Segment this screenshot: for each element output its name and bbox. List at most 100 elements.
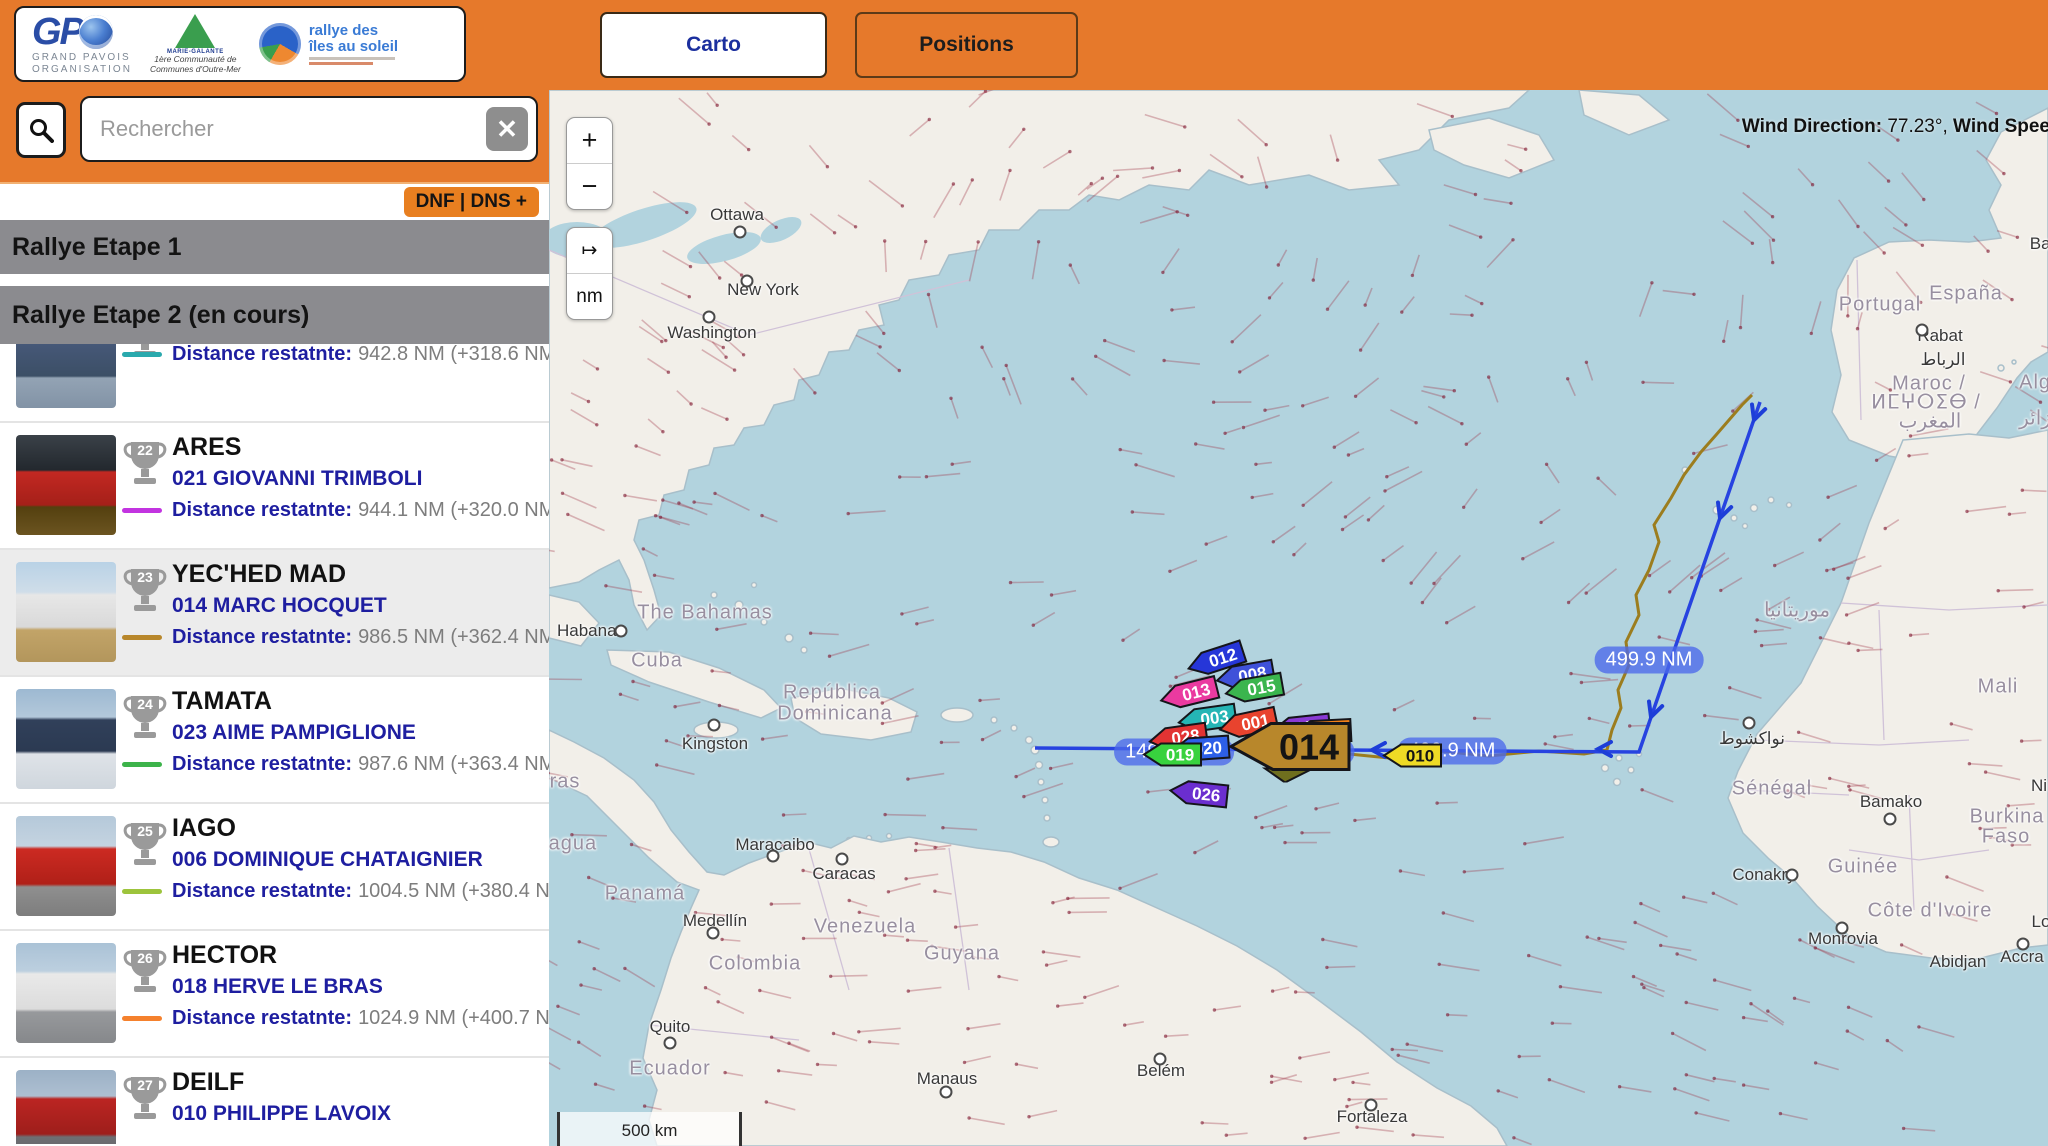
- participant-row[interactable]: 23 YEC'HED MAD 014 MARC HOCQUET Distance…: [0, 550, 549, 677]
- distance-label: Distance restatnte:: [172, 626, 352, 649]
- map-canvas[interactable]: OttawaNew YorkWashingtonHabanaKingstonMa…: [549, 90, 2048, 1146]
- svg-text:014: 014: [1279, 727, 1339, 768]
- tab-carto[interactable]: Carto: [600, 12, 827, 78]
- distance-label: Distance restatnte:: [172, 344, 352, 366]
- distance-row: Distance restatnte: 944.1 NM (+320.0 NM): [172, 499, 543, 522]
- crew-photo: [16, 943, 116, 1043]
- participant-row[interactable]: 24 TAMATA 023 AIME PAMPIGLIONE Distance …: [0, 677, 549, 804]
- crew-photo: [16, 689, 116, 789]
- city-label: Habana: [557, 621, 617, 641]
- zoom-control: + −: [566, 117, 613, 210]
- participant-row[interactable]: 22 ARES 021 GIOVANNI TRIMBOLI Distance r…: [0, 423, 549, 550]
- crew-photo: [16, 1070, 116, 1144]
- track-color-swatch: [122, 352, 162, 357]
- svg-text:25: 25: [137, 823, 153, 839]
- trophy-rank-icon: 24: [122, 693, 168, 745]
- gpo-logo: GP GRAND PAVOIS ORGANISATION: [32, 13, 132, 75]
- marie-galante-script2: Communes d'Outre-Mer: [150, 65, 241, 75]
- gpo-globe-icon: [79, 15, 113, 49]
- participant-row[interactable]: 26 HECTOR 018 HERVE LE BRAS Distance res…: [0, 931, 549, 1058]
- clear-search-button[interactable]: ✕: [486, 107, 528, 151]
- boat-marker-019[interactable]: 019: [1142, 740, 1204, 775]
- track-color-swatch: [122, 635, 162, 640]
- svg-text:23: 23: [137, 569, 153, 585]
- wind-speed-label: Wind Spee: [1953, 116, 2048, 137]
- distance-row: Distance restatnte: 1004.5 NM (+380.4 NM…: [172, 880, 543, 903]
- zoom-in-button[interactable]: +: [567, 118, 612, 164]
- rallye-line2: îles au soleil: [309, 39, 398, 55]
- svg-text:026: 026: [1191, 784, 1221, 806]
- participant-row[interactable]: 25 IAGO 006 DOMINIQUE CHATAIGNIER Distan…: [0, 804, 549, 931]
- measure-button[interactable]: ↦: [567, 228, 612, 274]
- distance-pill: 499.9 NM: [1595, 647, 1704, 674]
- gpo-mark: GP: [32, 13, 83, 51]
- city-dot: [1743, 717, 1756, 730]
- distance-row: Distance restatnte: 987.6 NM (+363.4 NM): [172, 753, 543, 776]
- distance-value: 986.5 NM (+362.4 NM): [358, 626, 549, 649]
- section-etape1[interactable]: Rallye Etape 1: [0, 220, 549, 274]
- wind-direction-label: Wind Direction:: [1742, 116, 1882, 137]
- city-dot: [741, 275, 754, 288]
- svg-text:24: 24: [137, 696, 153, 712]
- distance-value: 1004.5 NM (+380.4 NM): [358, 880, 549, 903]
- country-label: الجزائر: [2019, 406, 2048, 431]
- trophy-rank-icon: 23: [122, 566, 168, 618]
- logo-box: GP GRAND PAVOIS ORGANISATION MARIE-GALAN…: [14, 6, 466, 82]
- city-dot: [2017, 938, 2030, 951]
- city-dot: [1916, 324, 1929, 337]
- city-dot: [940, 1086, 953, 1099]
- scale-bar: 500 km: [557, 1112, 742, 1146]
- marie-galante-logo: MARIE-GALANTE 1ère Communauté de Commune…: [150, 14, 241, 75]
- boat-marker-026[interactable]: 026: [1166, 775, 1231, 816]
- city-label: Caracas: [812, 864, 875, 884]
- country-label: Ecuador: [629, 1058, 711, 1081]
- search-area: ✕: [0, 90, 549, 184]
- city-label: Abidjan: [1930, 952, 1987, 972]
- svg-text:019: 019: [1166, 746, 1194, 765]
- city-label: Ni: [2031, 776, 2047, 796]
- city-dot: [1154, 1053, 1167, 1066]
- participant-row[interactable]: 21 025 ERIC SAVARY Distance restatnte: 9…: [0, 344, 549, 423]
- svg-text:010: 010: [1406, 747, 1434, 766]
- city-dot: [615, 625, 628, 638]
- city-label: Bar: [2030, 234, 2048, 254]
- city-dot: [767, 850, 780, 863]
- distance-value: 944.1 NM (+320.0 NM): [358, 499, 549, 522]
- country-label: Honduras: [549, 771, 580, 794]
- city-dot: [664, 1037, 677, 1050]
- country-label: موريتانيا: [1764, 598, 1830, 623]
- country-label: Mali: [1978, 676, 2019, 699]
- city-label: Bamako: [1860, 792, 1922, 812]
- city-dot: [1836, 922, 1849, 935]
- track-color-swatch: [122, 508, 162, 513]
- unit-button[interactable]: nm: [567, 274, 612, 319]
- track-color-swatch: [122, 889, 162, 894]
- distance-label: Distance restatnte:: [172, 880, 352, 903]
- boat-marker-014[interactable]: 014: [1229, 717, 1353, 788]
- city-label: Ottawa: [710, 205, 764, 225]
- participant-row[interactable]: 27 DEILF 010 PHILIPPE LAVOIX: [0, 1058, 549, 1144]
- tab-positions[interactable]: Positions: [855, 12, 1078, 78]
- city-dot: [707, 927, 720, 940]
- search-button[interactable]: [16, 102, 66, 158]
- rallye-smallprint: [309, 57, 398, 65]
- country-label: Guinée: [1828, 856, 1899, 879]
- rallye-logo: rallye des îles au soleil: [259, 23, 398, 66]
- dnf-dns-badge[interactable]: DNF | DNS +: [404, 187, 539, 217]
- rallye-globe-icon: [259, 23, 301, 65]
- city-dot: [708, 719, 721, 732]
- city-dot: [1365, 1099, 1378, 1112]
- sidebar: ✕ DNF | DNS + Rallye Etape 1 Rallye Etap…: [0, 90, 549, 1146]
- svg-text:27: 27: [137, 1077, 153, 1093]
- boat-name: DEILF: [172, 1068, 543, 1097]
- country-label: Sénégal: [1732, 778, 1812, 801]
- city-label: Washington: [667, 323, 756, 343]
- city-label: Kingston: [682, 734, 748, 754]
- trophy-rank-icon: 27: [122, 1074, 168, 1126]
- distance-value: 942.8 NM (+318.6 NM): [358, 344, 549, 366]
- top-bar: GP GRAND PAVOIS ORGANISATION MARIE-GALAN…: [0, 0, 2048, 90]
- boat-marker-010[interactable]: 010: [1382, 741, 1444, 776]
- section-etape2[interactable]: Rallye Etape 2 (en cours): [0, 286, 549, 344]
- zoom-out-button[interactable]: −: [567, 164, 612, 209]
- search-input[interactable]: [80, 96, 538, 162]
